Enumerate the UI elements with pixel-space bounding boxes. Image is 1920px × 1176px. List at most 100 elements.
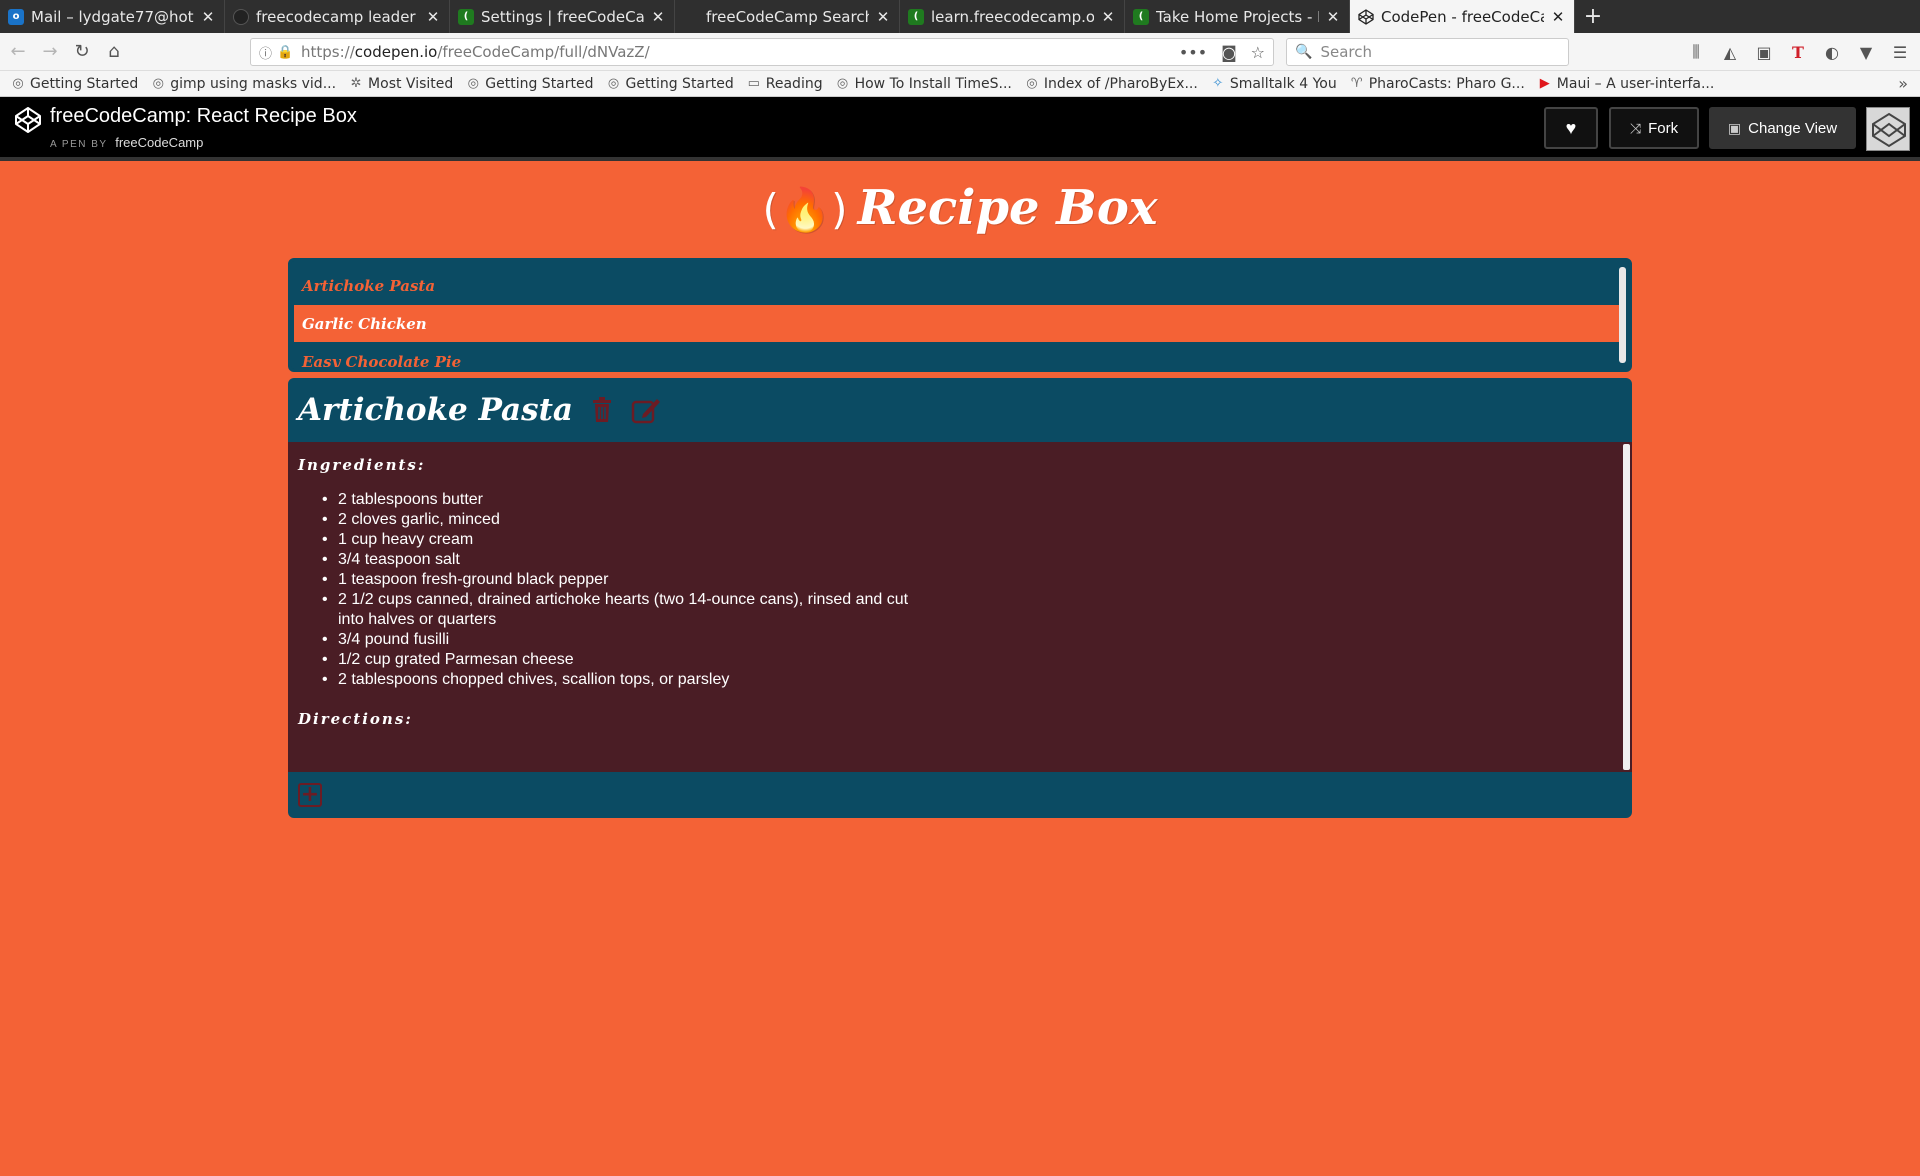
pen-author[interactable]: freeCodeCamp: [115, 135, 203, 150]
view-icon: ▣: [1727, 119, 1742, 136]
url-text[interactable]: https://codepen.io/freeCodeCamp/full/dNV…: [301, 43, 1179, 61]
bookmark-item[interactable]: ✲ Most Visited: [348, 75, 454, 92]
heart-button[interactable]: ♥: [1544, 107, 1598, 149]
change-view-label: Change View: [1748, 119, 1838, 137]
edit-icon[interactable]: [631, 396, 661, 424]
ingredients-heading: Ingredients:: [298, 456, 426, 474]
ingredient-item: 2 tablespoons chopped chives, scallion t…: [322, 670, 918, 690]
browser-tab[interactable]: ( learn.freecodecamp.org ✕: [900, 0, 1125, 33]
bookmark-item[interactable]: ▶ Maui – A user-interfa...: [1537, 76, 1715, 92]
browser-tab[interactable]: freeCodeCamp Search | Lea ✕: [675, 0, 900, 33]
freecodecamp-icon: (: [908, 8, 924, 25]
globe-icon: ◎: [12, 76, 24, 91]
bookmark-item[interactable]: ◎ Getting Started: [606, 76, 734, 92]
ingredient-item: 1 cup heavy cream: [322, 530, 918, 550]
page-actions-icon[interactable]: •••: [1179, 43, 1207, 62]
browser-tab[interactable]: o Mail – lydgate77@hotmail ✕: [0, 0, 225, 33]
library-icon[interactable]: ⫼: [1684, 42, 1708, 62]
close-icon[interactable]: ✕: [1325, 8, 1341, 26]
browser-tab[interactable]: ( Settings | freeCodeCamp ✕: [450, 0, 675, 33]
list-scrollbar[interactable]: [1619, 267, 1626, 363]
home-button[interactable]: ⌂: [100, 38, 128, 66]
gear-icon: ✲: [350, 76, 362, 91]
recipe-detail-body: Ingredients: 2 tablespoons butter 2 clov…: [288, 442, 1632, 772]
info-icon[interactable]: ⓘ: [259, 43, 277, 62]
folder-icon: ▭: [747, 76, 760, 91]
sidebar-icon[interactable]: ▣: [1752, 43, 1776, 62]
bookmark-label: Most Visited: [368, 75, 454, 92]
pharo-icon: ♈: [1350, 76, 1363, 91]
directions-heading: Directions:: [298, 710, 413, 728]
sync-icon[interactable]: ◭: [1718, 43, 1742, 62]
bookmark-item[interactable]: ✧ Smalltalk 4 You: [1210, 75, 1337, 92]
bookmark-item[interactable]: ◎ Getting Started: [465, 76, 594, 92]
bookmark-label: Smalltalk 4 You: [1229, 75, 1337, 92]
bookmark-item[interactable]: ◎ Index of /PharoByEx...: [1024, 76, 1198, 92]
close-icon[interactable]: ✕: [1550, 8, 1566, 26]
browser-tab-active[interactable]: CodePen - freeCodeCam ✕: [1350, 0, 1575, 33]
ingredient-item: 2 1/2 cups canned, drained artichoke hea…: [322, 590, 918, 630]
codepen-icon: [1358, 8, 1374, 25]
add-recipe-button[interactable]: +: [298, 783, 322, 807]
freecodecamp-flame-icon: (🔥): [762, 185, 848, 234]
bookmark-item[interactable]: ◎ Getting Started: [10, 76, 138, 92]
browser-tab[interactable]: ( Take Home Projects - Bu ✕: [1125, 0, 1350, 33]
codepen-logo-icon[interactable]: [14, 106, 42, 134]
bookmark-label: PharoCasts: Pharo G...: [1368, 75, 1525, 92]
menu-icon[interactable]: ☰: [1888, 43, 1912, 62]
forward-button[interactable]: →: [36, 38, 64, 66]
globe-icon: ◎: [467, 76, 479, 91]
extension-icon[interactable]: ◐: [1820, 43, 1844, 62]
pocket-icon[interactable]: ◙: [1221, 43, 1237, 62]
ingredients-list: 2 tablespoons butter 2 cloves garlic, mi…: [298, 490, 918, 690]
reload-button[interactable]: ↻: [68, 38, 96, 66]
navigation-bar: ← → ↻ ⌂ ⓘ 🔒 https://codepen.io/freeCodeC…: [0, 33, 1920, 71]
bookmark-folder[interactable]: ▭ Reading: [746, 76, 823, 92]
ingredient-item: 2 cloves garlic, minced: [322, 510, 918, 530]
bookmarks-overflow-icon[interactable]: »: [1898, 74, 1908, 93]
back-button[interactable]: ←: [4, 38, 32, 66]
fork-icon: ⤨: [1629, 119, 1642, 136]
close-icon[interactable]: ✕: [200, 8, 216, 26]
lock-icon: 🔒: [277, 44, 294, 60]
fork-label: Fork: [1648, 119, 1679, 137]
browser-tab[interactable]: freecodecamp leader boa ✕: [225, 0, 450, 33]
close-icon[interactable]: ✕: [875, 8, 891, 26]
bookmark-item[interactable]: ♈ PharoCasts: Pharo G...: [1349, 76, 1525, 92]
recipe-title: Artichoke Pasta: [298, 392, 573, 428]
fork-button[interactable]: ⤨ Fork: [1609, 107, 1699, 149]
youtube-icon: ▶: [1539, 76, 1550, 91]
tab-title: learn.freecodecamp.org: [931, 7, 1094, 26]
search-input[interactable]: 🔍 Search: [1286, 38, 1569, 66]
trash-icon[interactable]: [591, 397, 613, 423]
smalltalk-icon: ✧: [1212, 76, 1224, 91]
bookmark-item[interactable]: ◎ gimp using masks vid...: [150, 76, 336, 92]
recipe-list[interactable]: Artichoke Pasta Garlic Chicken Easy Choc…: [294, 267, 1620, 367]
bookmark-label: Reading: [765, 75, 823, 92]
bookmark-label: Getting Started: [30, 75, 139, 92]
detail-scrollbar[interactable]: [1623, 444, 1630, 770]
pen-author-line: A PEN BY freeCodeCamp: [50, 135, 203, 150]
ingredient-item: 2 tablespoons butter: [322, 490, 918, 510]
new-tab-button[interactable]: +: [1575, 0, 1611, 33]
bookmark-label: gimp using masks vid...: [170, 75, 337, 92]
pen-title: freeCodeCamp: React Recipe Box: [50, 105, 357, 127]
tab-title: Mail – lydgate77@hotmail: [31, 7, 194, 26]
close-icon[interactable]: ✕: [425, 8, 441, 26]
recipe-list-item[interactable]: Artichoke Pasta: [294, 267, 1620, 305]
extension-v-icon[interactable]: ▼: [1854, 43, 1878, 62]
bookmark-star-icon[interactable]: ☆: [1251, 43, 1265, 62]
extension-t-icon[interactable]: T: [1786, 43, 1810, 62]
app-title-text: Recipe Box: [857, 180, 1158, 236]
close-icon[interactable]: ✕: [1100, 8, 1116, 26]
bookmark-item[interactable]: ◎ How To Install TimeS...: [835, 76, 1012, 92]
recipe-list-item[interactable]: Easy Chocolate Pie: [294, 343, 1620, 368]
avatar[interactable]: [1866, 107, 1910, 151]
globe-icon: ◎: [607, 76, 620, 91]
change-view-button[interactable]: ▣ Change View: [1709, 107, 1856, 149]
url-bar[interactable]: ⓘ 🔒 https://codepen.io/freeCodeCamp/full…: [250, 38, 1274, 66]
recipe-list-item-selected[interactable]: Garlic Chicken: [294, 305, 1620, 343]
bookmark-label: Getting Started: [625, 75, 734, 92]
search-placeholder: Search: [1320, 43, 1372, 61]
close-icon[interactable]: ✕: [650, 8, 666, 26]
